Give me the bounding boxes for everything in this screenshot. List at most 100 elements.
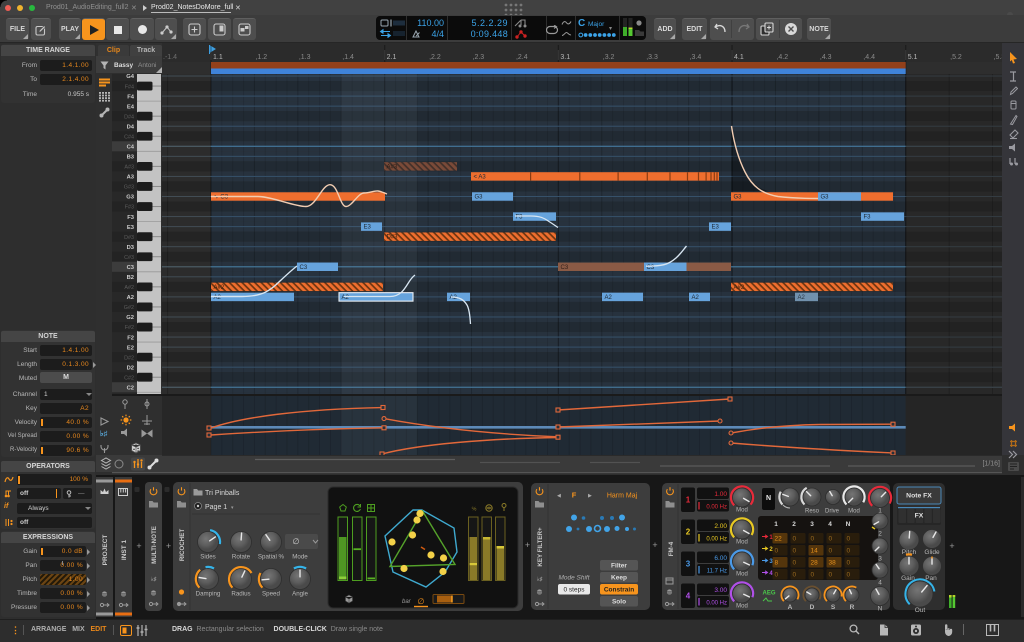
svg-text:A#2: A#2 — [734, 285, 745, 291]
svg-text:Reso: Reso — [805, 509, 820, 515]
svg-text:D: D — [810, 604, 815, 611]
svg-text:F#3: F#3 — [125, 205, 134, 211]
svg-text:A2: A2 — [605, 295, 613, 301]
svg-text:♭♯: ♭♯ — [151, 576, 157, 583]
svg-text:Tri Pinballs: Tri Pinballs — [205, 490, 240, 497]
svg-text:A3: A3 — [127, 175, 135, 181]
svg-text:0 steps: 0 steps — [564, 587, 586, 594]
svg-text:C3: C3 — [127, 265, 135, 271]
svg-text:A2: A2 — [342, 295, 350, 301]
svg-text:,2.4: ,2.4 — [516, 54, 528, 61]
svg-text:Keep: Keep — [611, 575, 627, 582]
svg-text:G#2: G#2 — [124, 305, 134, 311]
svg-text:A#3: A#3 — [124, 165, 134, 171]
svg-text:D2: D2 — [127, 365, 134, 371]
svg-text:Drive: Drive — [825, 509, 840, 515]
svg-text:Constrain: Constrain — [604, 587, 634, 594]
svg-text:A2: A2 — [798, 295, 806, 301]
svg-text:6.00: 6.00 — [714, 555, 727, 562]
svg-text:C3: C3 — [300, 265, 308, 271]
svg-text:+: + — [166, 541, 171, 551]
svg-text:F2: F2 — [127, 335, 134, 341]
svg-text:14: 14 — [811, 548, 819, 555]
svg-text:◀: ◀ — [557, 493, 561, 499]
svg-text:R: R — [850, 604, 855, 611]
svg-text:C4: C4 — [127, 145, 135, 151]
svg-text:Rotate: Rotate — [232, 554, 251, 561]
svg-text:Mod: Mod — [848, 509, 860, 515]
svg-text:F: F — [572, 491, 577, 500]
svg-text:0: 0 — [811, 572, 815, 579]
svg-text:+: + — [525, 540, 530, 550]
svg-text:N: N — [846, 521, 851, 528]
svg-text:0: 0 — [793, 560, 797, 567]
svg-text:E3: E3 — [712, 225, 720, 231]
svg-text:bar: bar — [402, 599, 412, 605]
svg-text:4.1: 4.1 — [734, 54, 744, 61]
svg-text:+: + — [949, 541, 954, 551]
svg-text:∅: ∅ — [293, 537, 300, 546]
svg-text:E2: E2 — [127, 345, 134, 351]
svg-text:F#2: F#2 — [125, 325, 134, 331]
svg-text:11.7 Hz: 11.7 Hz — [707, 569, 727, 575]
svg-text:C#4: C#4 — [124, 134, 134, 140]
svg-text:1.00: 1.00 — [714, 491, 727, 498]
svg-text:8: 8 — [775, 560, 779, 567]
svg-text:▶: ▶ — [588, 493, 592, 499]
svg-text:D#3: D#3 — [124, 235, 134, 241]
svg-text:S: S — [831, 604, 836, 611]
svg-text:MULTI-NOTE: MULTI-NOTE — [151, 526, 158, 564]
svg-text:3: 3 — [878, 556, 882, 563]
svg-text:0: 0 — [847, 572, 851, 579]
svg-text:1.1: 1.1 — [213, 54, 223, 61]
svg-text:Mode: Mode — [292, 554, 308, 561]
svg-text:A2: A2 — [692, 295, 700, 301]
svg-text:,4.2: ,4.2 — [776, 54, 788, 61]
svg-text:0: 0 — [829, 536, 833, 543]
svg-text:2.1: 2.1 — [387, 54, 397, 61]
svg-text:A#2: A#2 — [214, 285, 225, 291]
svg-text:B3: B3 — [127, 155, 135, 161]
svg-text:N: N — [878, 606, 883, 613]
svg-text:,1.2: ,1.2 — [255, 54, 267, 61]
svg-text:+: + — [136, 541, 141, 551]
svg-text:3.1: 3.1 — [560, 54, 570, 61]
svg-text:C#2: C#2 — [124, 375, 134, 381]
svg-text:2.00: 2.00 — [714, 523, 727, 530]
svg-text:5.1: 5.1 — [908, 54, 918, 61]
svg-text:4: 4 — [828, 521, 832, 528]
svg-text:,3.3: ,3.3 — [646, 54, 658, 61]
svg-text:Solo: Solo — [612, 599, 626, 606]
svg-text:,1.3: ,1.3 — [299, 54, 311, 61]
svg-text:C2: C2 — [127, 385, 134, 391]
svg-text:3: 3 — [810, 521, 814, 528]
svg-text:AEG: AEG — [762, 591, 775, 597]
svg-text:0.00 Hz: 0.00 Hz — [706, 537, 727, 543]
svg-text:E3: E3 — [364, 225, 372, 231]
svg-text:∅: ∅ — [418, 597, 425, 606]
svg-text:2: 2 — [792, 521, 796, 528]
svg-text:,2.2: ,2.2 — [429, 54, 441, 61]
svg-text:C3: C3 — [561, 265, 569, 271]
svg-text:A2: A2 — [127, 295, 134, 301]
svg-text:Spatial %: Spatial % — [258, 554, 285, 561]
svg-text:0: 0 — [793, 536, 797, 543]
svg-text:38: 38 — [829, 560, 837, 567]
svg-text:INST 1: INST 1 — [121, 540, 128, 561]
svg-text:Out: Out — [915, 607, 926, 614]
svg-text:E3: E3 — [127, 225, 135, 231]
svg-text:Note FX: Note FX — [906, 493, 932, 500]
svg-text:∿ G3: ∿ G3 — [214, 195, 229, 201]
svg-text:Mod: Mod — [736, 508, 748, 514]
svg-text:PROJECT: PROJECT — [102, 535, 109, 566]
svg-text:0: 0 — [775, 572, 779, 579]
svg-text:FM-4: FM-4 — [668, 541, 675, 556]
svg-text:G3: G3 — [475, 195, 484, 201]
svg-text:A#3: A#3 — [387, 164, 398, 170]
svg-text:G2: G2 — [126, 315, 134, 321]
svg-text:Radius: Radius — [231, 591, 250, 598]
svg-text:Mod: Mod — [736, 572, 748, 578]
svg-text:G3: G3 — [126, 195, 135, 201]
svg-text:,3.4: ,3.4 — [690, 54, 702, 61]
svg-text:0: 0 — [847, 560, 851, 567]
